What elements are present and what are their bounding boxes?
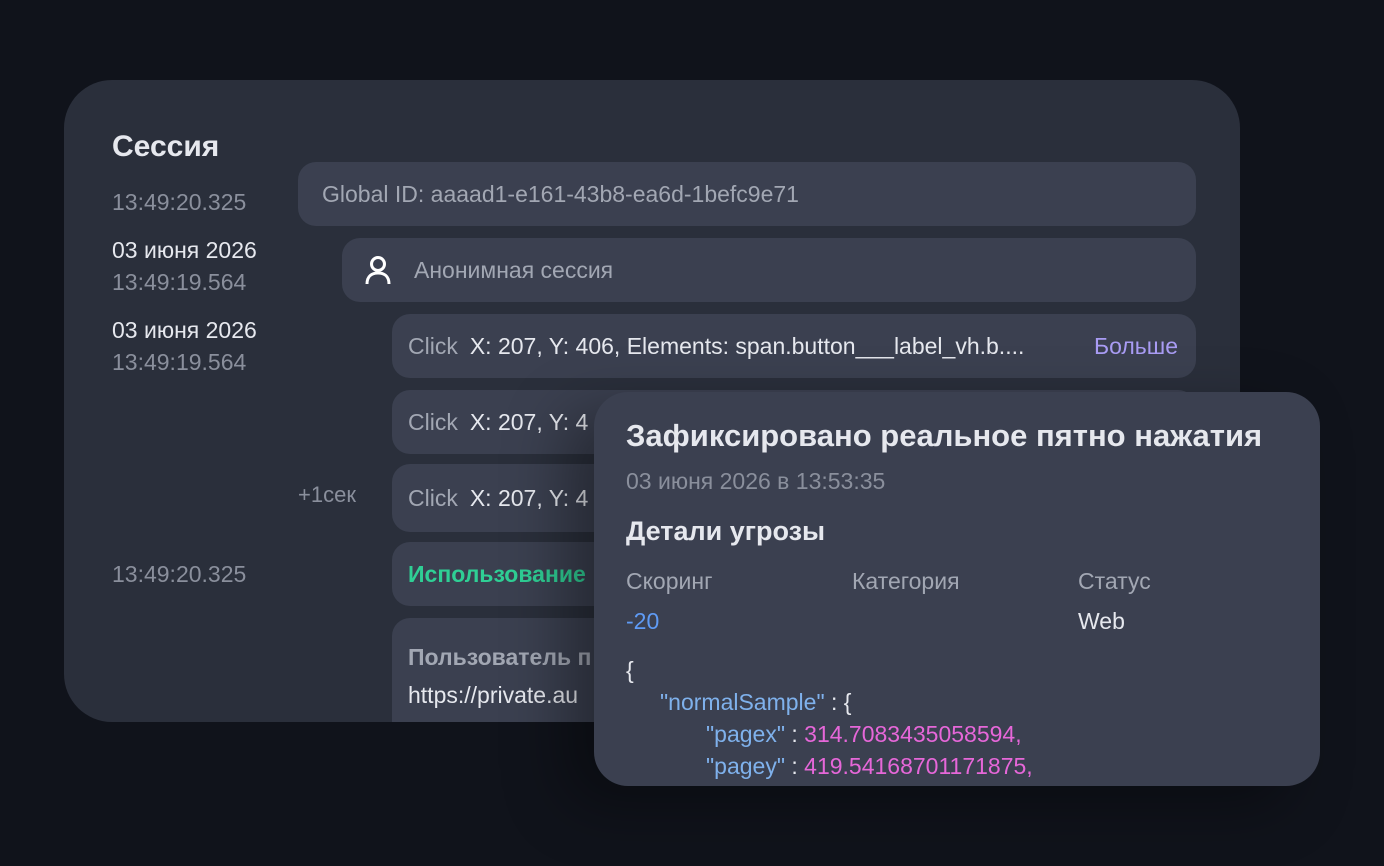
session-title: Сессия — [112, 130, 220, 163]
json-colon: : — [785, 721, 805, 747]
json-number: 419.54168701171875, — [804, 753, 1033, 779]
timestamp-1: 13:49:20.325 — [112, 186, 246, 218]
timestamp-time: 13:49:19.564 — [112, 269, 247, 295]
global-id-row[interactable]: Global ID: aaaad1-e161-43b8-ea6d-1befc9e… — [298, 162, 1196, 226]
scoring-value: -20 — [626, 608, 660, 634]
json-line-normalsample: "normalSample" : { — [626, 686, 1033, 718]
threat-json-payload: { "normalSample" : { "pagex" : 314.70834… — [626, 654, 1033, 782]
anonymous-session-row[interactable]: Анонимная сессия — [342, 238, 1196, 302]
event-kind: Click — [408, 408, 458, 435]
more-link[interactable]: Больше — [1094, 333, 1178, 360]
timestamp-3: 03 июня 2026 13:49:19.564 — [112, 314, 257, 378]
json-key: "pagex" — [706, 721, 785, 747]
time-delta-label: +1сек — [298, 482, 356, 507]
threat-date: 03 июня 2026 в 13:53:35 — [626, 468, 886, 494]
timestamp-time: 13:49:20.325 — [112, 189, 247, 215]
timestamp-time: 13:49:20.325 — [112, 561, 247, 587]
status-value: Web — [1078, 608, 1125, 634]
event-kind: Click — [408, 484, 458, 511]
category-label: Категория — [852, 568, 960, 594]
json-key: "pagey" — [706, 753, 785, 779]
json-colon: : — [785, 753, 805, 779]
json-line-pagex: "pagex" : 314.7083435058594, — [626, 718, 1033, 750]
event-kind: Click — [408, 332, 458, 359]
json-line-pagey: "pagey" : 419.54168701171875, — [626, 750, 1033, 782]
timestamp-4: 13:49:20.325 — [112, 558, 246, 590]
anonymous-session-label: Анонимная сессия — [414, 256, 614, 283]
scoring-label: Скоринг — [626, 568, 713, 594]
event-detail: X: 207, Y: 406, Elements: span.button___… — [469, 332, 1025, 359]
threat-title: Зафиксировано реальное пятно нажатия — [626, 418, 1263, 453]
threat-details-popup: Зафиксировано реальное пятно нажатия 03 … — [594, 392, 1320, 786]
json-separator: : { — [824, 689, 852, 715]
timestamp-time: 13:49:19.564 — [112, 349, 247, 375]
event-detail: X: 207, Y: 4 — [469, 408, 589, 435]
event-detail: X: 207, Y: 4 — [469, 484, 589, 511]
status-label: Статус — [1078, 568, 1151, 594]
threat-details-heading: Детали угрозы — [626, 516, 826, 546]
global-id-text: Global ID: aaaad1-e161-43b8-ea6d-1befc9e… — [322, 180, 799, 207]
timestamp-date: 03 июня 2026 — [112, 317, 257, 343]
json-open-brace: { — [626, 657, 634, 683]
timestamp-date: 03 июня 2026 — [112, 237, 257, 263]
usage-label: Использование — [408, 560, 586, 587]
timestamp-2: 03 июня 2026 13:49:19.564 — [112, 234, 257, 298]
user-icon — [365, 256, 391, 285]
json-number: 314.7083435058594, — [804, 721, 1022, 747]
json-key: "normalSample" — [660, 689, 825, 715]
event-row[interactable]: Click X: 207, Y: 406, Elements: span.but… — [392, 314, 1196, 378]
